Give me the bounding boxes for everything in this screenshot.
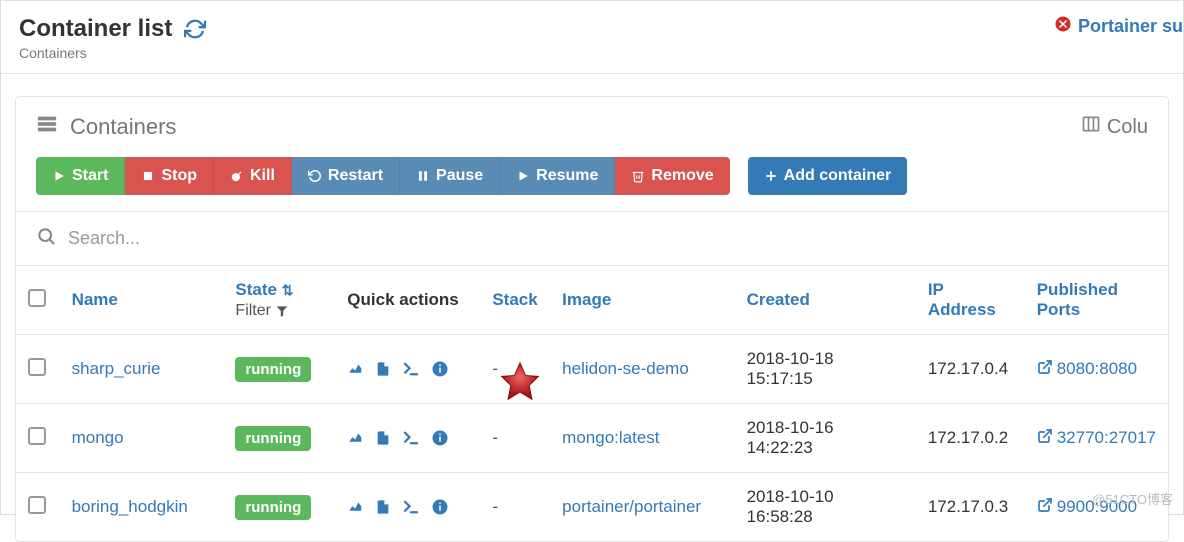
created-value: 2018-10-16 14:22:23	[735, 404, 916, 473]
trash-icon	[631, 169, 645, 183]
console-icon[interactable]	[401, 498, 421, 516]
start-button[interactable]: Start	[36, 157, 125, 195]
column-ports[interactable]: Published Ports	[1037, 280, 1118, 319]
logs-icon[interactable]	[375, 429, 391, 447]
pause-button[interactable]: Pause	[400, 157, 500, 195]
column-state[interactable]: State ⇅	[235, 280, 293, 299]
created-value: 2018-10-18 15:17:15	[735, 335, 916, 404]
breadcrumb: Containers	[19, 45, 1165, 61]
refresh-icon[interactable]	[184, 18, 206, 40]
stack-value: -	[480, 473, 550, 542]
support-link[interactable]: Portainer su	[1054, 15, 1183, 38]
table-row: boring_hodgkin running - portainer/porta…	[16, 473, 1168, 542]
state-badge: running	[235, 495, 311, 520]
play-icon	[516, 169, 530, 183]
restart-button[interactable]: Restart	[292, 157, 400, 195]
column-created[interactable]: Created	[747, 290, 810, 309]
container-name-link[interactable]: mongo	[72, 428, 124, 447]
columns-label: Colu	[1107, 116, 1148, 139]
plus-icon	[764, 169, 778, 183]
column-quick-actions: Quick actions	[335, 266, 480, 335]
external-link-icon	[1037, 497, 1053, 518]
state-badge: running	[235, 426, 311, 451]
stats-icon[interactable]	[347, 360, 365, 378]
container-name-link[interactable]: sharp_curie	[72, 359, 161, 378]
image-link[interactable]: portainer/portainer	[562, 497, 701, 516]
row-checkbox[interactable]	[28, 427, 46, 445]
container-name-link[interactable]: boring_hodgkin	[72, 497, 188, 516]
logs-icon[interactable]	[375, 360, 391, 378]
external-link-icon	[1037, 428, 1053, 449]
pause-icon	[416, 169, 430, 183]
remove-button[interactable]: Remove	[615, 157, 729, 195]
column-stack[interactable]: Stack	[492, 290, 537, 309]
search-row	[16, 211, 1168, 265]
column-image[interactable]: Image	[562, 290, 611, 309]
row-checkbox[interactable]	[28, 496, 46, 514]
server-icon	[36, 113, 58, 141]
logs-icon[interactable]	[375, 498, 391, 516]
ip-value: 172.17.0.2	[916, 404, 1025, 473]
select-all-checkbox[interactable]	[28, 289, 46, 307]
console-icon[interactable]	[401, 429, 421, 447]
containers-panel: Containers Colu Start Stop Kill	[15, 96, 1169, 542]
kill-button[interactable]: Kill	[214, 157, 292, 195]
action-toolbar: Start Stop Kill Restart Pause Resume	[16, 157, 1168, 211]
page-title: Container list	[19, 15, 172, 43]
row-checkbox[interactable]	[28, 358, 46, 376]
stop-icon	[141, 169, 155, 183]
add-container-button[interactable]: Add container	[748, 157, 908, 195]
columns-button[interactable]: Colu	[1081, 114, 1148, 140]
stop-button[interactable]: Stop	[125, 157, 214, 195]
image-link[interactable]: helidon-se-demo	[562, 359, 689, 378]
image-link[interactable]: mongo:latest	[562, 428, 659, 447]
support-label: Portainer su	[1078, 16, 1183, 37]
column-ip[interactable]: IP Address	[928, 280, 996, 319]
stack-value: -	[480, 335, 550, 404]
column-name[interactable]: Name	[72, 290, 118, 309]
search-icon	[36, 226, 56, 251]
inspect-icon[interactable]	[431, 429, 449, 447]
created-value: 2018-10-10 16:58:28	[735, 473, 916, 542]
ip-value: 172.17.0.4	[916, 335, 1025, 404]
resume-button[interactable]: Resume	[500, 157, 615, 195]
play-icon	[52, 169, 66, 183]
watermark: @51CTO博客	[1092, 489, 1173, 508]
port-link[interactable]: 8080:8080	[1037, 359, 1137, 380]
port-link[interactable]: 32770:27017	[1037, 428, 1156, 449]
search-input[interactable]	[68, 228, 1148, 249]
table-row: sharp_curie running - helidon-se-demo 20…	[16, 335, 1168, 404]
restart-icon	[308, 169, 322, 183]
stats-icon[interactable]	[347, 498, 365, 516]
sort-icon: ⇅	[282, 282, 294, 298]
stack-value: -	[480, 404, 550, 473]
state-badge: running	[235, 357, 311, 382]
stats-icon[interactable]	[347, 429, 365, 447]
columns-icon	[1081, 114, 1101, 140]
state-filter[interactable]: Filter	[235, 302, 323, 320]
external-link-icon	[1037, 359, 1053, 380]
inspect-icon[interactable]	[431, 498, 449, 516]
console-icon[interactable]	[401, 360, 421, 378]
ip-value: 172.17.0.3	[916, 473, 1025, 542]
table-row: mongo running - mongo:latest 2018-10-16 …	[16, 404, 1168, 473]
page-header: Container list Containers Portainer su	[1, 1, 1183, 74]
inspect-icon[interactable]	[431, 360, 449, 378]
panel-title: Containers	[70, 114, 176, 140]
bomb-icon	[230, 169, 244, 183]
error-icon	[1054, 15, 1072, 38]
containers-table: Name State ⇅ Filter Quick actions Stack …	[16, 265, 1168, 541]
